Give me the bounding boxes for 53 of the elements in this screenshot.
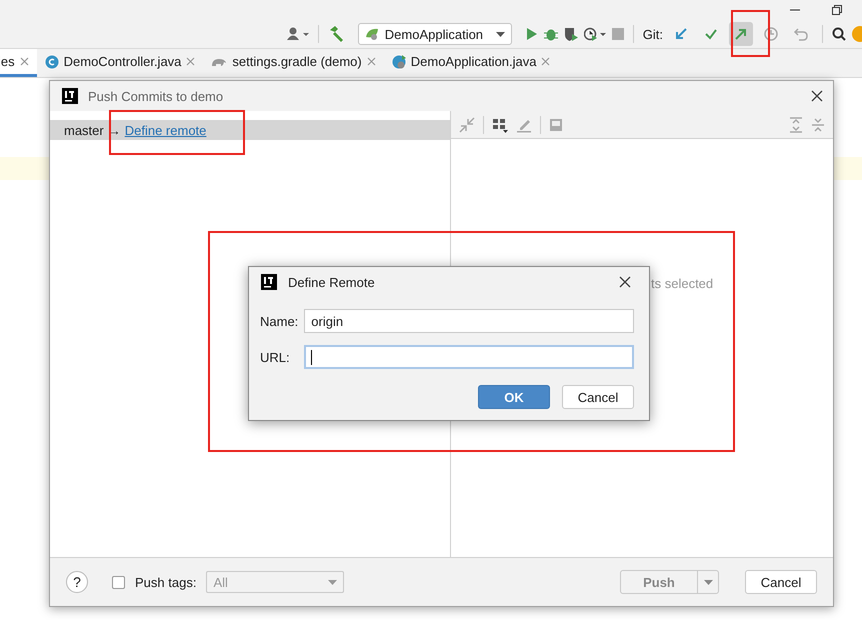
run-icon[interactable] xyxy=(526,28,538,40)
field-label: URL: xyxy=(260,350,291,364)
highlight-frame xyxy=(731,10,770,57)
app-class-icon xyxy=(392,54,406,68)
ok-button[interactable]: OK xyxy=(478,385,550,409)
push-tags-label: Push tags: xyxy=(135,574,196,590)
bug-icon[interactable] xyxy=(544,27,558,41)
close-icon[interactable] xyxy=(811,90,823,102)
panel-icon[interactable] xyxy=(549,118,563,132)
arrow-up-right-icon-button[interactable] xyxy=(729,22,753,46)
undo-icon xyxy=(793,26,809,42)
help-button[interactable]: ? xyxy=(66,571,88,593)
collapse-all-icon[interactable] xyxy=(811,116,825,132)
branch-name: master xyxy=(64,122,104,138)
cancel-button[interactable]: Cancel xyxy=(562,385,634,409)
clock-icon xyxy=(763,26,779,42)
editor-tab[interactable]: DemoController.java xyxy=(36,49,204,77)
push-tags-checkbox[interactable] xyxy=(112,576,125,588)
editor-tab[interactable]: DemoApplication.java xyxy=(384,49,558,77)
arrow-text: → xyxy=(108,122,121,138)
input-field[interactable]: origin xyxy=(304,309,634,333)
run-config-dropdown[interactable]: DemoApplication xyxy=(358,23,512,45)
caret-icon xyxy=(328,580,338,584)
branch-row[interactable]: master → Define remote xyxy=(50,120,450,140)
hammer-icon[interactable] xyxy=(328,26,344,42)
stop-icon[interactable] xyxy=(612,28,624,40)
arrow-down-left-icon xyxy=(673,26,689,42)
app-logo-icon xyxy=(62,88,78,104)
dialog-title: Define Remote xyxy=(288,274,376,290)
close-icon[interactable] xyxy=(619,276,631,288)
user-icon[interactable] xyxy=(286,27,309,41)
collapse-arrows-icon[interactable] xyxy=(459,116,475,132)
grid-icon[interactable] xyxy=(492,116,508,132)
restore-icon[interactable] xyxy=(832,5,842,15)
field-label: Name: xyxy=(260,314,298,328)
cancel-button[interactable]: Cancel xyxy=(745,570,817,594)
shield-icon[interactable] xyxy=(564,27,578,41)
search-icon[interactable] xyxy=(832,27,846,41)
class-file-icon xyxy=(44,54,59,68)
empty-hint: ts selected xyxy=(651,276,714,291)
input-field[interactable] xyxy=(304,345,634,369)
app-icon xyxy=(364,27,379,41)
expand-all-icon[interactable] xyxy=(789,116,803,132)
app-logo-icon xyxy=(261,274,277,290)
editor-tab[interactable]: settings.gradle (demo) xyxy=(203,49,384,77)
dialog-title: Push Commits to demo xyxy=(88,88,224,104)
caret-icon xyxy=(496,32,505,36)
caret-icon xyxy=(704,580,712,584)
editor-tab[interactable]: ies xyxy=(0,49,37,77)
git-label: Git: xyxy=(642,26,663,42)
clock-run-icon[interactable] xyxy=(584,27,606,41)
define-remote-link[interactable]: Define remote xyxy=(124,122,206,138)
arrow-up-right-icon xyxy=(733,26,749,42)
